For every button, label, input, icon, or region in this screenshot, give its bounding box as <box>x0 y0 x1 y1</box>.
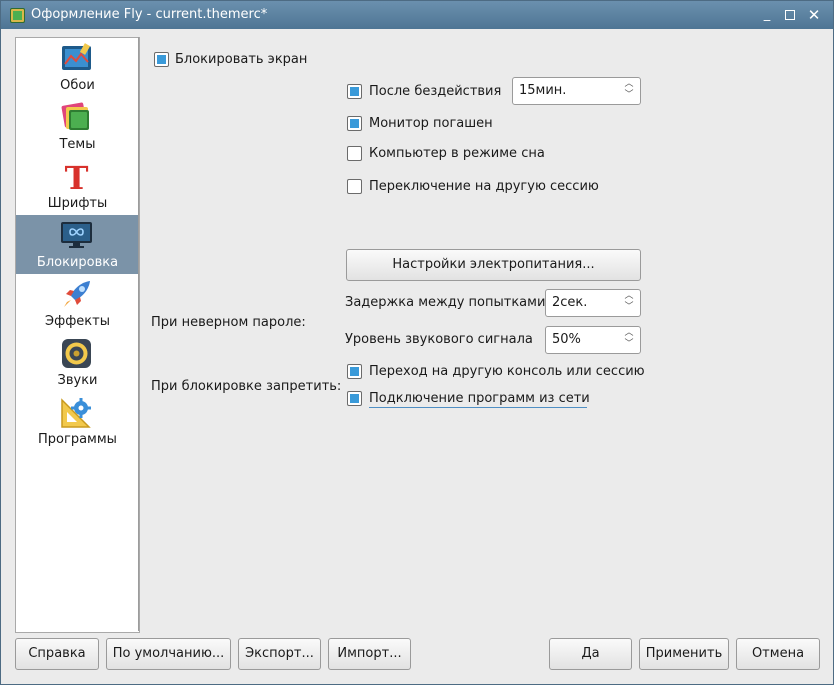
defaults-button[interactable]: По умолчанию... <box>106 638 231 670</box>
sidebar-item-label: Звуки <box>57 373 98 388</box>
forbid-label: При блокировке запретить: <box>151 379 342 394</box>
idle-timeout-value: 15мин. <box>519 83 567 98</box>
window-title: Оформление Fly - current.themerc* <box>31 7 268 22</box>
title-bar[interactable]: Оформление Fly - current.themerc* _ ✕ <box>1 1 833 29</box>
switch-session-checkbox[interactable] <box>347 179 362 194</box>
export-button[interactable]: Экспорт... <box>238 638 321 670</box>
monitor-off-checkbox[interactable] <box>347 116 362 131</box>
after-idle-checkbox[interactable] <box>347 84 362 99</box>
after-idle-label[interactable]: После бездействия <box>369 84 501 99</box>
sidebar-item-label: Обои <box>60 78 95 93</box>
idle-timeout-spinbox[interactable]: 15мин. ︿ ﹀ <box>512 77 641 105</box>
programs-icon <box>61 398 91 428</box>
sidebar-item-label: Программы <box>38 432 117 447</box>
close-icon[interactable]: ✕ <box>804 5 824 25</box>
monitor-off-label[interactable]: Монитор погашен <box>369 116 493 131</box>
sounds-icon <box>62 339 91 368</box>
sidebar-item-lock-screen[interactable]: Блокировка <box>16 215 139 274</box>
focus-underline <box>369 407 587 408</box>
beep-level-label: Уровень звукового сигнала <box>345 332 533 347</box>
import-button[interactable]: Импорт... <box>328 638 411 670</box>
sidebar-divider <box>138 37 139 631</box>
sleep-mode-checkbox[interactable] <box>347 146 362 161</box>
svg-text:T: T <box>65 160 89 193</box>
sidebar-item-label: Темы <box>59 137 96 152</box>
fonts-icon: T <box>65 160 89 193</box>
sidebar-item-effects[interactable]: Эффекты <box>16 274 139 333</box>
wallpaper-icon <box>62 43 91 70</box>
power-settings-button[interactable]: Настройки электропитания... <box>346 249 641 281</box>
sidebar: Обои Темы T Шрифты Блокировка Эффекты Зв… <box>15 37 140 633</box>
forbid-network-label[interactable]: Подключение программ из сети <box>369 391 590 406</box>
sidebar-item-fonts[interactable]: T Шрифты <box>16 156 139 215</box>
sleep-mode-label[interactable]: Компьютер в режиме сна <box>369 146 545 161</box>
sidebar-item-themes[interactable]: Темы <box>16 97 139 156</box>
beep-level-value: 50% <box>552 332 581 347</box>
sidebar-item-programs[interactable]: Программы <box>16 392 139 451</box>
maximize-icon[interactable] <box>780 5 800 25</box>
forbid-console-checkbox[interactable] <box>347 364 362 379</box>
apply-button[interactable]: Применить <box>639 638 729 670</box>
sidebar-item-label: Эффекты <box>45 314 110 329</box>
effects-icon <box>64 281 90 307</box>
spin-arrows-icon[interactable]: ︿ ﹀ <box>623 79 635 101</box>
forbid-network-checkbox[interactable] <box>347 391 362 406</box>
lock-screen-label[interactable]: Блокировать экран <box>175 52 307 67</box>
sidebar-item-wallpaper[interactable]: Обои <box>16 38 139 97</box>
attempt-delay-spinbox[interactable]: 2сек. ︿ ﹀ <box>545 289 641 317</box>
app-icon <box>10 8 25 23</box>
spin-arrows-icon[interactable]: ︿ ﹀ <box>623 328 635 350</box>
attempt-delay-label: Задержка между попытками <box>345 295 546 310</box>
switch-session-label[interactable]: Переключение на другую сессию <box>369 179 599 194</box>
beep-level-spinbox[interactable]: 50% ︿ ﹀ <box>545 326 641 354</box>
attempt-delay-value: 2сек. <box>552 295 588 310</box>
minimize-icon[interactable]: _ <box>757 5 777 25</box>
wrong-password-label: При неверном пароле: <box>151 315 306 330</box>
forbid-console-label[interactable]: Переход на другую консоль или сессию <box>369 364 645 379</box>
sidebar-item-sounds[interactable]: Звуки <box>16 333 139 392</box>
help-button[interactable]: Справка <box>15 638 99 670</box>
ok-button[interactable]: Да <box>549 638 632 670</box>
cancel-button[interactable]: Отмена <box>736 638 820 670</box>
app-window: Оформление Fly - current.themerc* _ ✕ Об… <box>0 0 834 685</box>
themes-icon <box>61 102 89 130</box>
lock-screen-checkbox[interactable] <box>154 52 169 67</box>
sidebar-item-label: Шрифты <box>47 196 108 211</box>
sidebar-item-label: Блокировка <box>36 255 119 270</box>
lock-screen-icon <box>61 222 92 248</box>
spin-arrows-icon[interactable]: ︿ ﹀ <box>623 291 635 313</box>
